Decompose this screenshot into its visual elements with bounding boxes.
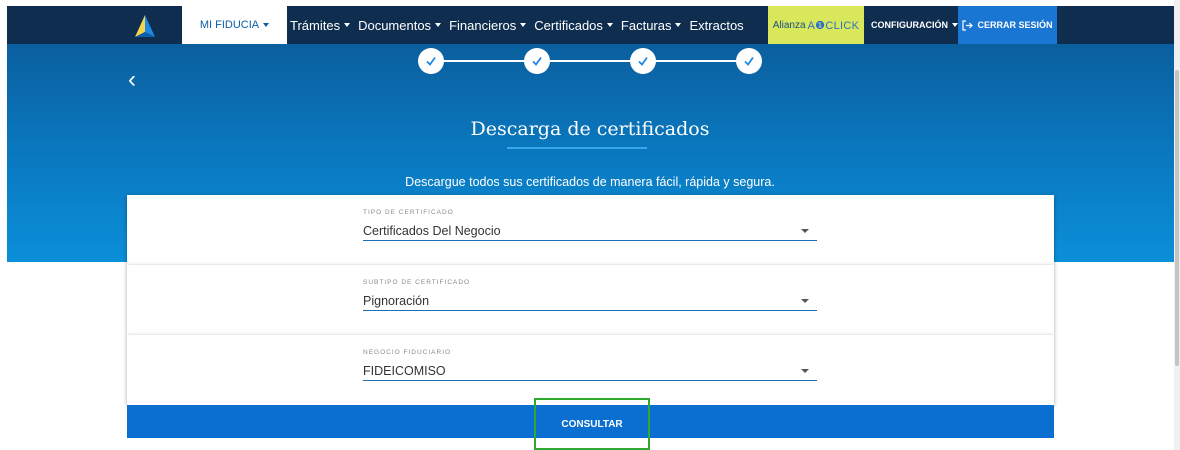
configuracion-label: CONFIGURACIÓN bbox=[871, 20, 948, 30]
field-label: SUBTIPO DE CERTIFICADO bbox=[363, 279, 471, 286]
negocio-fiduciario-card: NEGOCIO FIDUCIARIO FIDEICOMISO bbox=[127, 335, 1054, 405]
page: MI FIDUCIA Trámites Documentos Financier… bbox=[0, 0, 1180, 450]
tipo-certificado-select[interactable]: Certificados Del Negocio bbox=[363, 221, 817, 241]
dropdown-arrow-icon bbox=[801, 228, 809, 233]
nav-item-documentos[interactable]: Documentos bbox=[358, 17, 442, 33]
chevron-down-icon bbox=[606, 23, 613, 27]
back-arrow-icon[interactable]: ‹ bbox=[128, 68, 136, 92]
step-3-complete bbox=[630, 48, 656, 74]
subtipo-certificado-select[interactable]: Pignoración bbox=[363, 291, 817, 311]
nav-item-label: Documentos bbox=[358, 17, 432, 33]
nav-item-extractos[interactable]: Extractos bbox=[689, 18, 743, 33]
scrollbar-thumb[interactable] bbox=[1175, 70, 1179, 366]
step-connector bbox=[656, 60, 736, 62]
consultar-button[interactable]: CONSULTAR bbox=[534, 398, 650, 450]
page-title: Descarga de certificados bbox=[470, 118, 710, 140]
check-icon bbox=[532, 56, 542, 66]
dropdown-arrow-icon bbox=[801, 368, 809, 373]
mi-fiducia-menu[interactable]: MI FIDUCIA bbox=[182, 6, 287, 44]
check-icon bbox=[638, 56, 648, 66]
nav-item-facturas[interactable]: Facturas bbox=[621, 18, 682, 33]
logout-label: CERRAR SESIÓN bbox=[977, 20, 1053, 30]
nav-item-financieros[interactable]: Financieros bbox=[449, 17, 527, 33]
nav-item-label: Financieros bbox=[449, 17, 517, 33]
configuracion-menu[interactable]: CONFIGURACIÓN bbox=[866, 6, 958, 44]
alianza-aclick-button[interactable]: Alianza A❶CLICK bbox=[768, 6, 864, 44]
check-icon bbox=[426, 56, 436, 66]
select-value: FIDEICOMISO bbox=[363, 363, 446, 378]
alianza-logo-icon[interactable] bbox=[135, 15, 155, 37]
chevron-down-icon bbox=[344, 23, 351, 27]
nav-item-certificados[interactable]: Certificados bbox=[534, 18, 613, 33]
chevron-down-icon bbox=[435, 23, 442, 27]
step-connector bbox=[550, 60, 630, 62]
nav-item-label: Certificados bbox=[534, 17, 603, 33]
tipo-certificado-field: TIPO DE CERTIFICADO Certificados Del Neg… bbox=[363, 209, 817, 241]
nav-item-label: Trámites bbox=[290, 17, 341, 33]
tipo-certificado-card: TIPO DE CERTIFICADO Certificados Del Neg… bbox=[127, 195, 1054, 265]
nav-item-label: Facturas bbox=[620, 17, 672, 33]
step-1-complete bbox=[418, 48, 444, 74]
progress-stepper bbox=[418, 46, 764, 76]
main-nav: Trámites Documentos Financieros Certific… bbox=[290, 6, 752, 44]
negocio-fiduciario-field: NEGOCIO FIDUCIARIO FIDEICOMISO bbox=[363, 349, 817, 381]
title-underline bbox=[507, 147, 647, 149]
chevron-down-icon bbox=[520, 23, 527, 27]
dropdown-arrow-icon bbox=[801, 298, 809, 303]
page-subtitle: Descargue todos sus certificados de mane… bbox=[405, 175, 775, 189]
select-value: Certificados Del Negocio bbox=[363, 223, 501, 238]
top-navbar-filler bbox=[1057, 6, 1174, 44]
mi-fiducia-label: MI FIDUCIA bbox=[199, 19, 260, 31]
nav-item-label: Extractos bbox=[689, 17, 744, 33]
negocio-fiduciario-select[interactable]: FIDEICOMISO bbox=[363, 361, 817, 381]
step-4-complete bbox=[736, 48, 762, 74]
logout-icon bbox=[962, 19, 974, 31]
aclick-brand: A❶CLICK bbox=[807, 19, 860, 32]
step-2-complete bbox=[524, 48, 550, 74]
field-label: TIPO DE CERTIFICADO bbox=[363, 209, 454, 216]
check-icon bbox=[744, 56, 754, 66]
field-label: NEGOCIO FIDUCIARIO bbox=[363, 349, 452, 356]
alianza-label: Alianza bbox=[772, 19, 806, 31]
step-connector bbox=[444, 60, 524, 62]
select-value: Pignoración bbox=[363, 293, 430, 308]
nav-item-tramites[interactable]: Trámites bbox=[290, 17, 351, 33]
subtipo-certificado-card: SUBTIPO DE CERTIFICADO Pignoración bbox=[127, 265, 1054, 335]
subtipo-certificado-field: SUBTIPO DE CERTIFICADO Pignoración bbox=[363, 279, 817, 311]
chevron-down-icon bbox=[675, 23, 682, 27]
chevron-down-icon bbox=[263, 23, 270, 27]
logout-button[interactable]: CERRAR SESIÓN bbox=[958, 6, 1057, 44]
